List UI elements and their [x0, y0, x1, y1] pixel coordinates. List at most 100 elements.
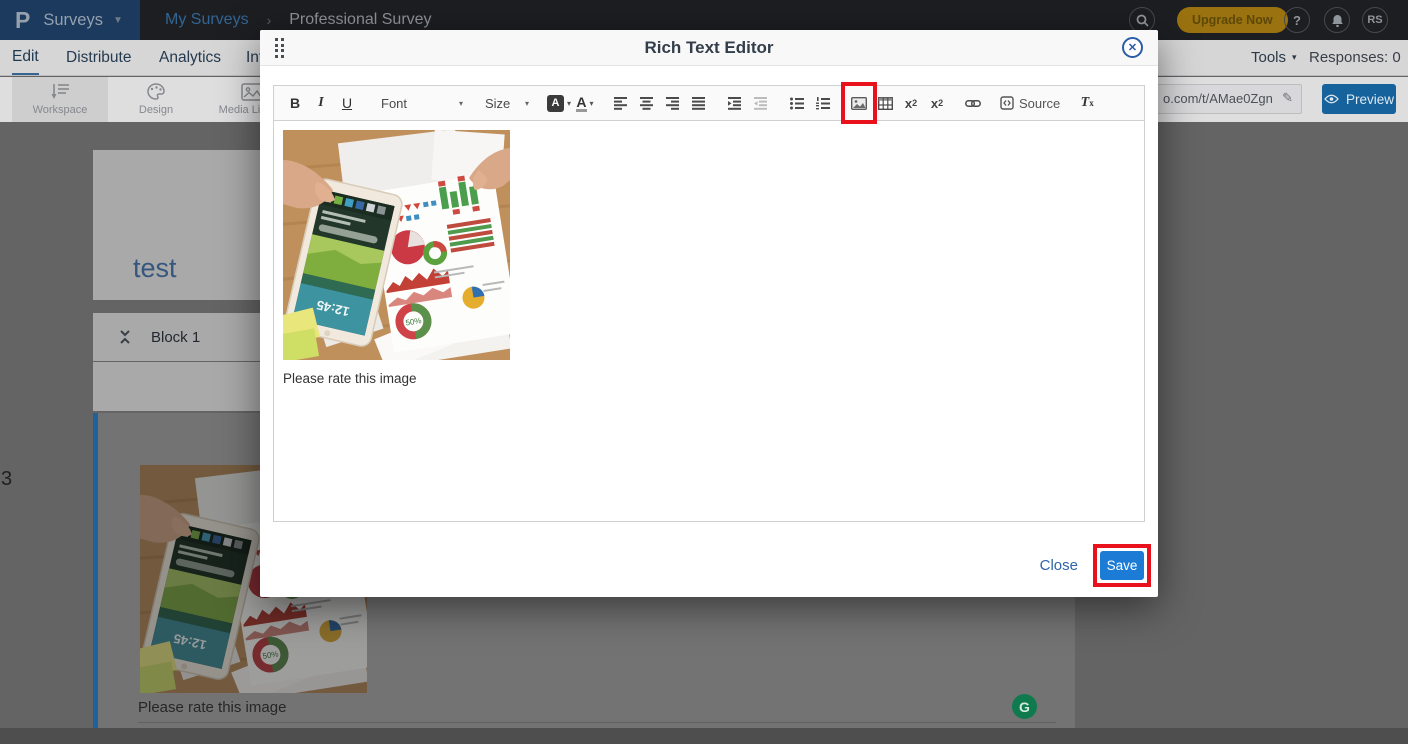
chevron-down-icon: ▾ [1292, 52, 1297, 63]
tile-workspace[interactable]: Workspace [12, 77, 108, 122]
align-center-icon [640, 97, 654, 110]
editor-inserted-image[interactable] [283, 130, 510, 360]
modal-title: Rich Text Editor [260, 30, 1158, 66]
proprofs-logo: P [15, 7, 30, 34]
modal-close-button[interactable]: ✕ [1122, 37, 1143, 58]
modal-footer: Close Save [1040, 551, 1144, 580]
grammarly-letter: G [1019, 699, 1030, 715]
bulleted-list-button[interactable] [784, 89, 810, 117]
avatar-initials: RS [1367, 14, 1382, 26]
editor-text[interactable]: Please rate this image [283, 371, 1135, 386]
tab-distribute[interactable]: Distribute [66, 40, 131, 75]
rich-text-editor-modal: Rich Text Editor ✕ B I U Font ▾ Size ▾ [260, 30, 1158, 597]
app-window: 50% 12:45 [0, 0, 1408, 744]
indent-icon [728, 97, 742, 110]
align-right-icon [666, 97, 680, 110]
preview-button[interactable]: Preview [1322, 84, 1396, 114]
notifications-button[interactable] [1324, 7, 1350, 33]
tools-menu[interactable]: Tools ▾ [1251, 40, 1297, 75]
tile-design-label: Design [139, 104, 173, 116]
text-color-button[interactable]: A ▾ [572, 89, 598, 117]
breadcrumb-survey-name: Professional Survey [289, 11, 431, 29]
table-icon [878, 97, 893, 110]
insert-table-button[interactable] [872, 89, 898, 117]
image-icon [851, 97, 867, 110]
close-icon: ✕ [1128, 41, 1137, 54]
tab-edit[interactable]: Edit [12, 40, 39, 75]
avatar[interactable]: RS [1362, 7, 1388, 33]
bold-button[interactable]: B [282, 89, 308, 117]
numbered-list-button[interactable] [810, 89, 836, 117]
upgrade-now-button[interactable]: Upgrade Now [1177, 7, 1288, 33]
align-right-button[interactable] [660, 89, 686, 117]
justify-button[interactable] [686, 89, 712, 117]
search-icon [1136, 14, 1149, 27]
insert-link-button[interactable] [960, 89, 986, 117]
responses-count: Responses: 0 [1309, 40, 1401, 75]
remove-format-x: x [1089, 98, 1094, 108]
question-caption: Please rate this image [138, 699, 286, 716]
align-center-button[interactable] [634, 89, 660, 117]
close-button[interactable]: Close [1040, 557, 1078, 574]
align-left-button[interactable] [608, 89, 634, 117]
chevron-down-icon: ▾ [590, 99, 594, 108]
source-button[interactable]: Source [996, 89, 1064, 117]
size-dropdown[interactable]: Size ▾ [478, 90, 536, 116]
page-bottom-strip [0, 728, 1408, 744]
surveys-menu-label: Surveys [43, 11, 103, 30]
justify-icon [692, 97, 706, 110]
editor-toolbar: B I U Font ▾ Size ▾ A ▾ A ▾ [273, 85, 1145, 121]
save-button[interactable]: Save [1100, 551, 1144, 580]
font-dropdown[interactable]: Font ▾ [374, 90, 470, 116]
grammarly-icon[interactable]: G [1012, 694, 1037, 719]
tile-design[interactable]: Design [108, 77, 204, 122]
block-label: Block 1 [151, 329, 200, 346]
chevron-down-icon: ▼ [113, 15, 123, 26]
remove-format-button[interactable]: Tx [1074, 89, 1100, 117]
chevron-down-icon: ▾ [567, 99, 571, 108]
surveys-app-menu[interactable]: P Surveys ▼ [0, 0, 140, 40]
italic-button[interactable]: I [308, 89, 334, 117]
ckeditor: B I U Font ▾ Size ▾ A ▾ A ▾ [273, 85, 1145, 522]
tab-analytics[interactable]: Analytics [159, 40, 221, 75]
help-button[interactable]: ? [1284, 7, 1310, 33]
superscript-button[interactable]: x2 [924, 89, 950, 117]
outdent-button[interactable] [748, 89, 774, 117]
tools-label: Tools [1251, 49, 1286, 66]
underline-button[interactable]: U [334, 89, 360, 117]
bulleted-list-icon [790, 97, 804, 110]
subscript-button[interactable]: x2 [898, 89, 924, 117]
breadcrumb-my-surveys[interactable]: My Surveys [165, 11, 249, 29]
subscript-digit: 2 [912, 98, 917, 108]
margin-page-number: 3 [1, 468, 12, 491]
editor-content-area[interactable]: Please rate this image [273, 121, 1145, 522]
source-icon [1000, 96, 1014, 110]
breadcrumb-separator: › [267, 12, 272, 28]
outdent-icon [754, 97, 768, 110]
indent-button[interactable] [722, 89, 748, 117]
superscript-base: x [931, 96, 938, 111]
link-icon [965, 98, 981, 109]
eye-icon [1324, 94, 1339, 104]
modal-header: Rich Text Editor ✕ [260, 30, 1158, 66]
preview-label: Preview [1346, 92, 1394, 107]
superscript-digit: 2 [938, 98, 943, 108]
remove-format-base: T [1081, 95, 1090, 111]
chevron-down-icon: ▾ [459, 99, 463, 108]
background-color-icon: A [547, 95, 564, 112]
tile-workspace-label: Workspace [33, 104, 88, 116]
bell-icon [1331, 14, 1344, 27]
font-dropdown-label: Font [381, 96, 407, 111]
question-mark-icon: ? [1293, 13, 1301, 28]
background-color-button[interactable]: A ▾ [546, 89, 572, 117]
insert-image-button[interactable] [846, 89, 872, 117]
size-dropdown-label: Size [485, 96, 510, 111]
survey-title: test [133, 253, 177, 284]
collapse-block-icon[interactable] [119, 329, 131, 345]
source-label: Source [1019, 96, 1060, 111]
workspace-icon [49, 83, 71, 101]
divider [138, 722, 1056, 723]
numbered-list-icon [816, 97, 830, 110]
edit-url-icon[interactable]: ✎ [1282, 90, 1293, 106]
text-color-icon: A [576, 95, 586, 112]
